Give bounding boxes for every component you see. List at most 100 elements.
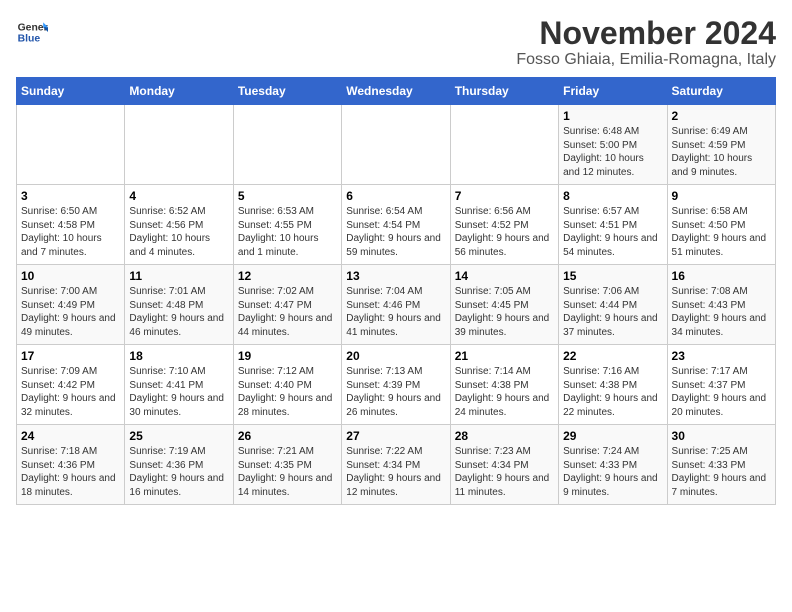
calendar-day-cell: 4 Sunrise: 6:52 AMSunset: 4:56 PMDaylight… <box>125 185 233 265</box>
day-info: Sunrise: 6:49 AMSunset: 4:59 PMDaylight:… <box>672 125 771 179</box>
calendar-day-cell: 10 Sunrise: 7:00 AMSunset: 4:49 PMDayligh… <box>17 265 125 345</box>
weekday-header-cell: Wednesday <box>342 78 450 105</box>
day-info: Sunrise: 6:54 AMSunset: 4:54 PMDaylight:… <box>346 205 445 259</box>
day-number: 11 <box>129 269 228 283</box>
day-number: 15 <box>563 269 662 283</box>
day-number: 24 <box>21 429 120 443</box>
day-info: Sunrise: 7:13 AMSunset: 4:39 PMDaylight:… <box>346 365 445 419</box>
day-info: Sunrise: 7:08 AMSunset: 4:43 PMDaylight:… <box>672 285 771 339</box>
day-number: 30 <box>672 429 771 443</box>
day-info: Sunrise: 7:18 AMSunset: 4:36 PMDaylight:… <box>21 445 120 499</box>
day-info: Sunrise: 7:24 AMSunset: 4:33 PMDaylight:… <box>563 445 662 499</box>
calendar-body: 1 Sunrise: 6:48 AMSunset: 5:00 PMDaylight… <box>17 105 776 505</box>
day-info: Sunrise: 6:58 AMSunset: 4:50 PMDaylight:… <box>672 205 771 259</box>
day-number: 1 <box>563 109 662 123</box>
calendar-day-cell: 17 Sunrise: 7:09 AMSunset: 4:42 PMDayligh… <box>17 345 125 425</box>
calendar-day-cell: 9Sunrise: 6:58 AMSunset: 4:50 PMDaylight… <box>667 185 775 265</box>
month-title: November 2024 <box>516 16 776 51</box>
calendar-day-cell <box>450 105 558 185</box>
day-number: 2 <box>672 109 771 123</box>
calendar-day-cell: 5 Sunrise: 6:53 AMSunset: 4:55 PMDaylight… <box>233 185 341 265</box>
svg-text:Blue: Blue <box>18 34 41 45</box>
calendar-day-cell: 26 Sunrise: 7:21 AMSunset: 4:35 PMDayligh… <box>233 425 341 505</box>
weekday-header-cell: Thursday <box>450 78 558 105</box>
calendar-day-cell: 30 Sunrise: 7:25 AMSunset: 4:33 PMDayligh… <box>667 425 775 505</box>
calendar-day-cell <box>233 105 341 185</box>
page-header: General Blue November 2024 Fosso Ghiaia,… <box>16 16 776 69</box>
day-info: Sunrise: 7:12 AMSunset: 4:40 PMDaylight:… <box>238 365 337 419</box>
calendar-day-cell: 27 Sunrise: 7:22 AMSunset: 4:34 PMDayligh… <box>342 425 450 505</box>
day-info: Sunrise: 6:50 AMSunset: 4:58 PMDaylight:… <box>21 205 120 259</box>
day-info: Sunrise: 7:17 AMSunset: 4:37 PMDaylight:… <box>672 365 771 419</box>
day-info: Sunrise: 6:52 AMSunset: 4:56 PMDaylight:… <box>129 205 228 259</box>
day-info: Sunrise: 6:56 AMSunset: 4:52 PMDaylight:… <box>455 205 554 259</box>
day-number: 3 <box>21 189 120 203</box>
calendar-week-row: 10 Sunrise: 7:00 AMSunset: 4:49 PMDayligh… <box>17 265 776 345</box>
calendar-day-cell: 1 Sunrise: 6:48 AMSunset: 5:00 PMDaylight… <box>559 105 667 185</box>
day-number: 14 <box>455 269 554 283</box>
day-number: 7 <box>455 189 554 203</box>
day-number: 28 <box>455 429 554 443</box>
day-info: Sunrise: 7:21 AMSunset: 4:35 PMDaylight:… <box>238 445 337 499</box>
calendar-day-cell: 20Sunrise: 7:13 AMSunset: 4:39 PMDayligh… <box>342 345 450 425</box>
calendar-day-cell: 12Sunrise: 7:02 AMSunset: 4:47 PMDayligh… <box>233 265 341 345</box>
weekday-header-cell: Friday <box>559 78 667 105</box>
day-number: 23 <box>672 349 771 363</box>
title-block: November 2024 Fosso Ghiaia, Emilia-Romag… <box>516 16 776 69</box>
weekday-header-cell: Saturday <box>667 78 775 105</box>
calendar-week-row: 1 Sunrise: 6:48 AMSunset: 5:00 PMDaylight… <box>17 105 776 185</box>
calendar-week-row: 24 Sunrise: 7:18 AMSunset: 4:36 PMDayligh… <box>17 425 776 505</box>
calendar-week-row: 17 Sunrise: 7:09 AMSunset: 4:42 PMDayligh… <box>17 345 776 425</box>
calendar-day-cell: 28 Sunrise: 7:23 AMSunset: 4:34 PMDayligh… <box>450 425 558 505</box>
day-info: Sunrise: 7:05 AMSunset: 4:45 PMDaylight:… <box>455 285 554 339</box>
day-info: Sunrise: 7:09 AMSunset: 4:42 PMDaylight:… <box>21 365 120 419</box>
day-number: 4 <box>129 189 228 203</box>
calendar-day-cell: 21Sunrise: 7:14 AMSunset: 4:38 PMDayligh… <box>450 345 558 425</box>
day-info: Sunrise: 7:06 AMSunset: 4:44 PMDaylight:… <box>563 285 662 339</box>
day-info: Sunrise: 7:00 AMSunset: 4:49 PMDaylight:… <box>21 285 120 339</box>
day-number: 22 <box>563 349 662 363</box>
day-info: Sunrise: 7:25 AMSunset: 4:33 PMDaylight:… <box>672 445 771 499</box>
calendar-day-cell: 22Sunrise: 7:16 AMSunset: 4:38 PMDayligh… <box>559 345 667 425</box>
day-number: 5 <box>238 189 337 203</box>
calendar-day-cell: 23 Sunrise: 7:17 AMSunset: 4:37 PMDayligh… <box>667 345 775 425</box>
calendar-day-cell: 19 Sunrise: 7:12 AMSunset: 4:40 PMDayligh… <box>233 345 341 425</box>
day-number: 17 <box>21 349 120 363</box>
day-info: Sunrise: 6:53 AMSunset: 4:55 PMDaylight:… <box>238 205 337 259</box>
calendar-day-cell <box>17 105 125 185</box>
calendar-day-cell: 13Sunrise: 7:04 AMSunset: 4:46 PMDayligh… <box>342 265 450 345</box>
day-number: 26 <box>238 429 337 443</box>
calendar-day-cell: 25Sunrise: 7:19 AMSunset: 4:36 PMDayligh… <box>125 425 233 505</box>
calendar-day-cell: 11 Sunrise: 7:01 AMSunset: 4:48 PMDayligh… <box>125 265 233 345</box>
calendar-day-cell: 29 Sunrise: 7:24 AMSunset: 4:33 PMDayligh… <box>559 425 667 505</box>
day-info: Sunrise: 7:10 AMSunset: 4:41 PMDaylight:… <box>129 365 228 419</box>
calendar-day-cell: 7 Sunrise: 6:56 AMSunset: 4:52 PMDaylight… <box>450 185 558 265</box>
location-title: Fosso Ghiaia, Emilia-Romagna, Italy <box>516 51 776 69</box>
logo-icon: General Blue <box>16 16 48 48</box>
day-number: 27 <box>346 429 445 443</box>
day-info: Sunrise: 7:23 AMSunset: 4:34 PMDaylight:… <box>455 445 554 499</box>
day-number: 19 <box>238 349 337 363</box>
day-info: Sunrise: 6:48 AMSunset: 5:00 PMDaylight:… <box>563 125 662 179</box>
day-info: Sunrise: 7:22 AMSunset: 4:34 PMDaylight:… <box>346 445 445 499</box>
calendar-day-cell <box>342 105 450 185</box>
day-info: Sunrise: 7:14 AMSunset: 4:38 PMDaylight:… <box>455 365 554 419</box>
day-info: Sunrise: 6:57 AMSunset: 4:51 PMDaylight:… <box>563 205 662 259</box>
calendar-day-cell: 3 Sunrise: 6:50 AMSunset: 4:58 PMDaylight… <box>17 185 125 265</box>
day-number: 25 <box>129 429 228 443</box>
weekday-header-cell: Sunday <box>17 78 125 105</box>
day-number: 16 <box>672 269 771 283</box>
day-number: 12 <box>238 269 337 283</box>
calendar-day-cell: 2 Sunrise: 6:49 AMSunset: 4:59 PMDaylight… <box>667 105 775 185</box>
day-number: 18 <box>129 349 228 363</box>
weekday-header-row: SundayMondayTuesdayWednesdayThursdayFrid… <box>17 78 776 105</box>
calendar-day-cell: 6Sunrise: 6:54 AMSunset: 4:54 PMDaylight… <box>342 185 450 265</box>
day-number: 29 <box>563 429 662 443</box>
weekday-header-cell: Tuesday <box>233 78 341 105</box>
day-number: 13 <box>346 269 445 283</box>
day-info: Sunrise: 7:01 AMSunset: 4:48 PMDaylight:… <box>129 285 228 339</box>
day-number: 10 <box>21 269 120 283</box>
logo: General Blue <box>16 16 48 48</box>
calendar-week-row: 3 Sunrise: 6:50 AMSunset: 4:58 PMDaylight… <box>17 185 776 265</box>
calendar-day-cell: 16 Sunrise: 7:08 AMSunset: 4:43 PMDayligh… <box>667 265 775 345</box>
